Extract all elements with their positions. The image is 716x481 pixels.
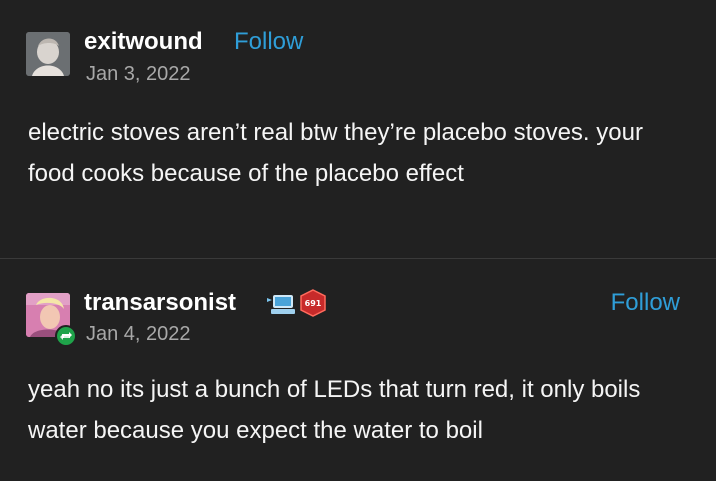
- follow-button[interactable]: Follow: [611, 289, 680, 317]
- badge-label: 691: [305, 299, 322, 308]
- reblog-icon: [55, 325, 77, 347]
- avatar-image-icon: [26, 32, 70, 76]
- post-1: exitwound Follow Jan 3, 2022 electric st…: [0, 0, 716, 258]
- post-body: yeah no its just a bunch of LEDs that tu…: [28, 376, 641, 444]
- post-body: electric stoves aren’t real btw they’re …: [28, 119, 643, 187]
- post-date[interactable]: Jan 3, 2022: [86, 63, 191, 86]
- avatar[interactable]: [26, 32, 70, 76]
- post-date[interactable]: Jan 4, 2022: [86, 323, 191, 346]
- post-2: transarsonist 691 Follow Jan 4, 2022 yea…: [0, 259, 716, 481]
- computer-badge-icon[interactable]: [267, 292, 297, 318]
- hexagon-badge-icon[interactable]: 691: [300, 289, 326, 317]
- username[interactable]: exitwound: [84, 28, 203, 56]
- follow-button[interactable]: Follow: [234, 28, 303, 56]
- username[interactable]: transarsonist: [84, 289, 236, 317]
